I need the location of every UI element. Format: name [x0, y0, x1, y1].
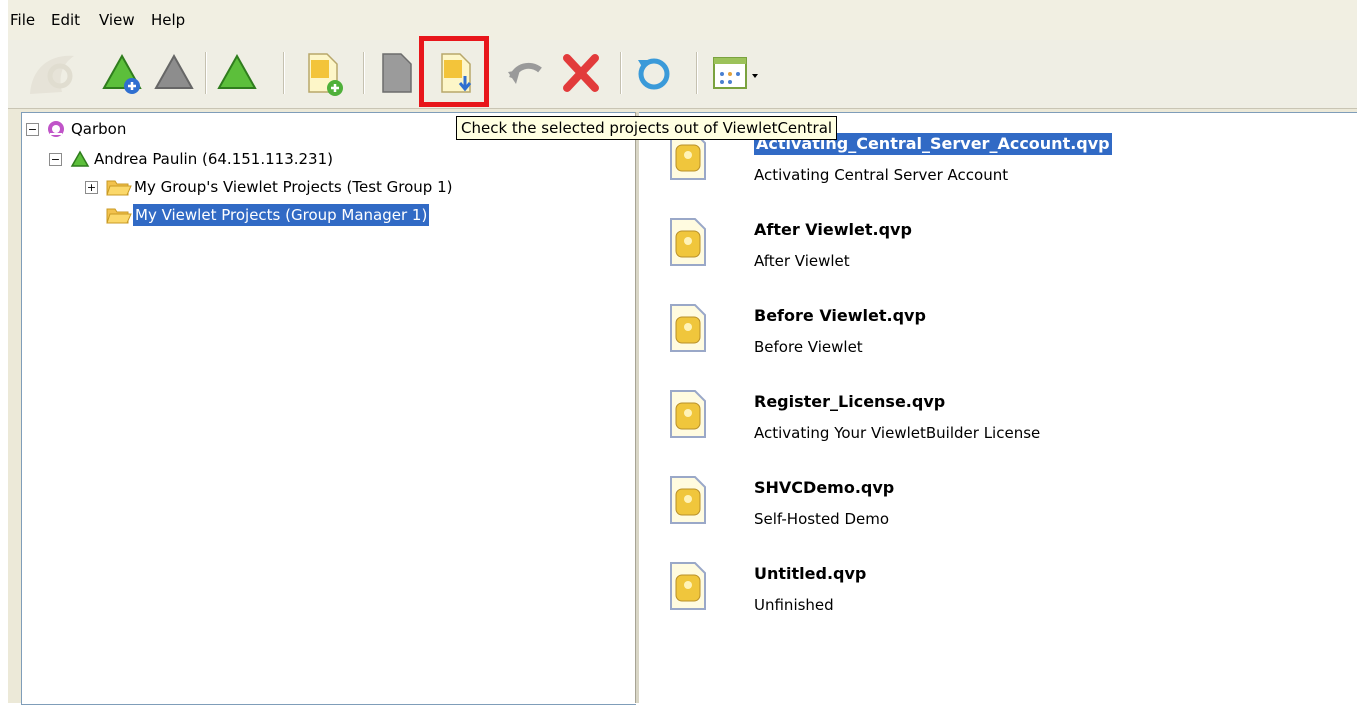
viewlet-file-icon — [669, 561, 707, 615]
toolbar-separator — [696, 52, 698, 94]
file-description: Before Viewlet — [754, 338, 863, 356]
tree-node-root[interactable]: − Qarbon — [25, 118, 225, 140]
list-item[interactable]: Untitled.qvp Unfinished — [639, 561, 1339, 643]
menu-edit[interactable]: Edit — [51, 11, 80, 29]
file-description: Unfinished — [754, 596, 834, 614]
tree-node-label-selected: My Viewlet Projects (Group Manager 1) — [133, 204, 430, 226]
menu-file[interactable]: File — [10, 11, 35, 29]
application-window: File Edit View Help − Qarbon − Andrea Pa… — [8, 0, 1357, 705]
file-name: SHVCDemo.qvp — [754, 478, 895, 497]
list-item[interactable]: Before Viewlet.qvp Before Viewlet — [639, 303, 1339, 385]
file-description: Activating Central Server Account — [754, 166, 1009, 184]
folder-icon — [106, 177, 132, 203]
refresh-button[interactable] — [630, 48, 678, 98]
toolbar — [8, 40, 1357, 109]
add-account-button[interactable] — [98, 48, 146, 98]
menu-bar: File Edit View Help — [8, 0, 1357, 41]
check-in-button[interactable] — [373, 48, 421, 98]
connect-button[interactable] — [213, 48, 261, 98]
delete-button[interactable] — [557, 48, 605, 98]
tree-node-group-projects[interactable]: + My Group's Viewlet Projects (Test Grou… — [84, 176, 564, 198]
logo-icon — [22, 46, 82, 102]
toolbar-separator — [620, 52, 622, 94]
list-item[interactable]: Register_License.qvp Activating Your Vie… — [639, 389, 1339, 471]
file-name: Register_License.qvp — [754, 392, 946, 411]
file-description: Activating Your ViewletBuilder License — [754, 424, 1041, 442]
list-item[interactable]: SHVCDemo.qvp Self-Hosted Demo — [639, 475, 1339, 557]
highlight-box — [419, 36, 489, 107]
tree-node-my-projects[interactable]: My Viewlet Projects (Group Manager 1) — [106, 204, 586, 226]
tree-node-label: Qarbon — [71, 120, 127, 138]
view-options-button[interactable] — [708, 48, 758, 98]
qarbon-icon — [47, 120, 65, 144]
file-name: Before Viewlet.qvp — [754, 306, 926, 325]
tree-node-label: My Group's Viewlet Projects (Test Group … — [134, 178, 453, 196]
tree-node-user[interactable]: − Andrea Paulin (64.151.113.231) — [48, 148, 448, 170]
menu-help[interactable]: Help — [151, 11, 185, 29]
toolbar-separator — [205, 52, 207, 94]
project-tree: − Qarbon − Andrea Paulin (64.151.113.231… — [21, 112, 636, 705]
file-name: After Viewlet.qvp — [754, 220, 912, 239]
collapse-icon[interactable]: − — [49, 153, 62, 166]
viewlet-file-icon — [669, 303, 707, 357]
file-description: After Viewlet — [754, 252, 850, 270]
menu-view[interactable]: View — [99, 11, 135, 29]
toolbar-separator — [283, 52, 285, 94]
collapse-icon[interactable]: − — [26, 123, 39, 136]
file-description: Self-Hosted Demo — [754, 510, 890, 528]
tree-node-label: Andrea Paulin (64.151.113.231) — [94, 150, 333, 168]
list-item[interactable]: Activating_Central_Server_Account.qvp Ac… — [639, 131, 1339, 213]
viewlet-file-icon — [669, 475, 707, 529]
expand-icon[interactable]: + — [85, 181, 98, 194]
undo-button[interactable] — [502, 48, 550, 98]
folder-open-icon — [106, 205, 132, 231]
remove-account-button[interactable] — [150, 48, 198, 98]
toolbar-separator — [363, 52, 365, 94]
file-list: Activating_Central_Server_Account.qvp Ac… — [639, 112, 1357, 704]
viewlet-file-icon — [669, 217, 707, 271]
viewlet-file-icon — [669, 389, 707, 443]
new-project-button[interactable] — [299, 48, 347, 98]
list-item[interactable]: After Viewlet.qvp After Viewlet — [639, 217, 1339, 299]
account-icon — [70, 150, 90, 174]
file-name: Untitled.qvp — [754, 564, 867, 583]
tooltip: Check the selected projects out of Viewl… — [456, 116, 838, 140]
